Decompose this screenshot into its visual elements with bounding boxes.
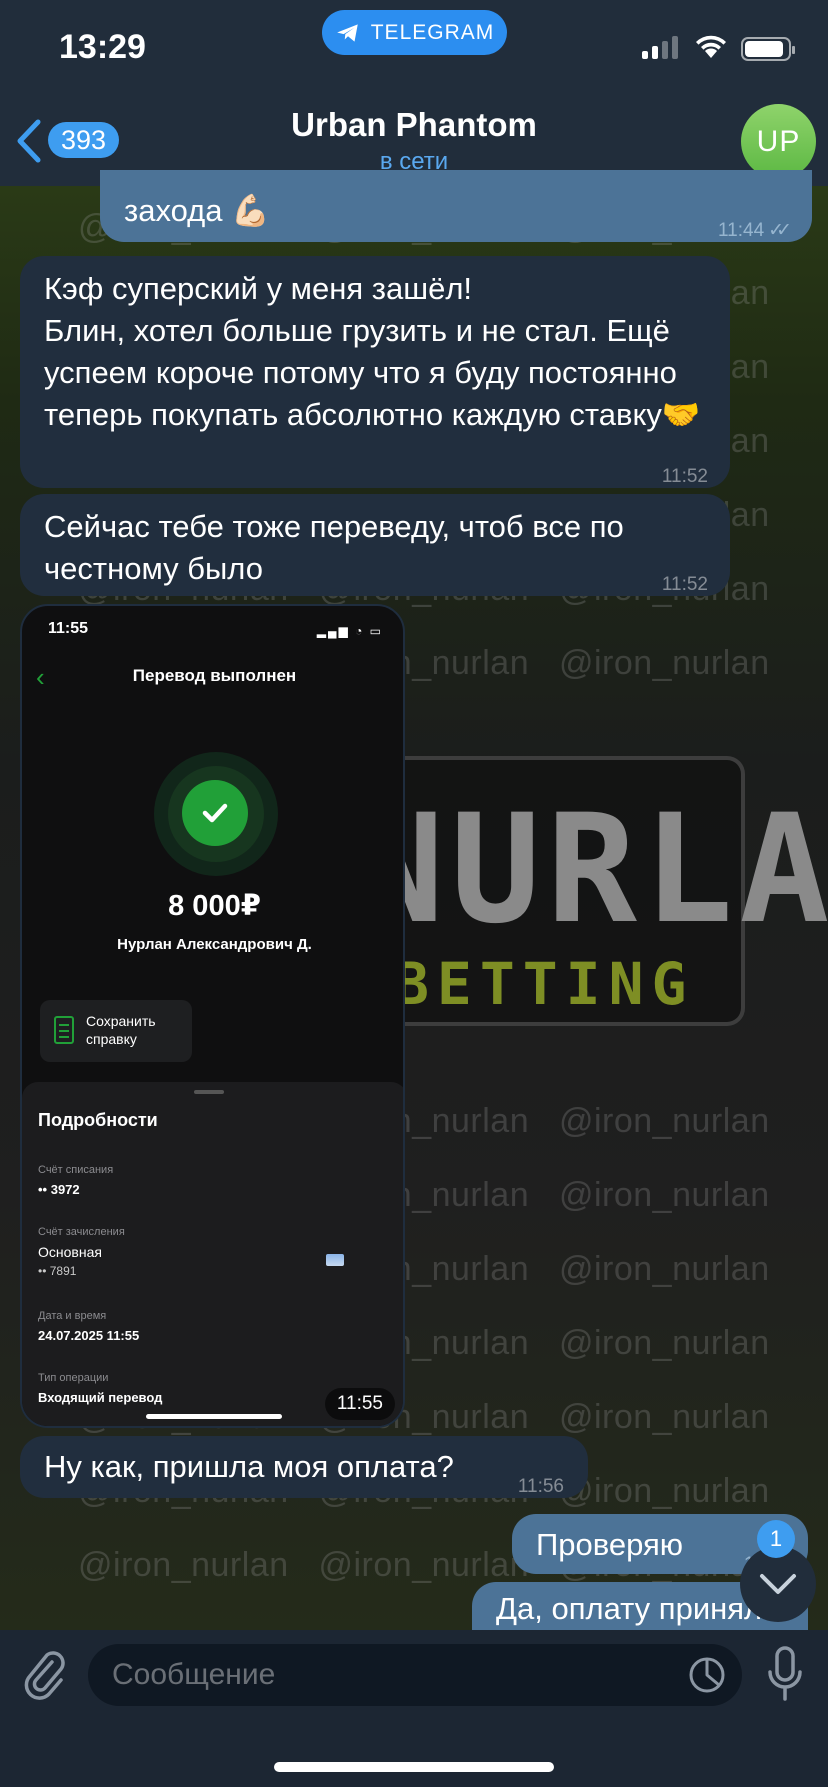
- to-account-label: Счёт зачисления: [38, 1226, 125, 1238]
- message-time: 11:55: [324, 1388, 395, 1420]
- message-input-bar: [0, 1630, 828, 1787]
- status-time: 13:29: [59, 28, 146, 66]
- photo-status-time: 11:55: [48, 620, 89, 637]
- telegram-icon: [336, 23, 358, 42]
- status-bar: 13:29 TELEGRAM: [0, 0, 828, 96]
- operation-type-label: Тип операции: [38, 1372, 109, 1384]
- watermark-logo-sub: BETTING: [394, 950, 695, 1018]
- message-time: 11:52: [661, 574, 708, 595]
- card-icon: [326, 1254, 344, 1266]
- photo-status-icons: ▂▄▆ ◔ ▭: [316, 624, 383, 638]
- operation-type-value: Входящий перевод: [38, 1390, 163, 1405]
- read-checks-icon: ✓✓: [768, 220, 792, 241]
- success-check-icon: [182, 780, 248, 846]
- sticker-icon[interactable]: [688, 1656, 726, 1694]
- message-bubble-incoming[interactable]: Кэф суперский у меня зашёл! Блин, хотел …: [20, 256, 730, 488]
- details-title: Подробности: [38, 1110, 158, 1130]
- details-panel: Подробности Счёт списания •• 3972 Счёт з…: [22, 1082, 403, 1426]
- message-text: захода 💪🏻: [124, 193, 270, 228]
- save-receipt-label: Сохранить справку: [86, 1013, 156, 1047]
- message-text: Кэф суперский у меня зашёл! Блин, хотел …: [44, 271, 701, 432]
- home-indicator[interactable]: [274, 1762, 554, 1772]
- message-bubble-incoming[interactable]: Ну как, пришла моя оплата? 11:56: [20, 1436, 588, 1498]
- photo-title: Перевод выполнен: [132, 666, 297, 685]
- battery-icon: [741, 37, 795, 61]
- avatar[interactable]: UP: [741, 104, 816, 179]
- transfer-amount: 8 000₽: [168, 890, 261, 922]
- telegram-return-pill[interactable]: TELEGRAM: [322, 10, 507, 55]
- message-bubble-outgoing[interactable]: захода 💪🏻 11:44 ✓✓: [100, 170, 812, 242]
- signal-icon: [642, 36, 678, 59]
- payee-name: Нурлан Александрович Д.: [117, 936, 312, 953]
- unread-badge: 1: [757, 1520, 795, 1558]
- watermark-logo-main: NURLAN: [354, 783, 828, 957]
- to-account-name: Основная: [38, 1244, 102, 1260]
- message-bubble-incoming[interactable]: Сейчас тебе тоже переведу, чтоб все по ч…: [20, 494, 730, 596]
- chevron-down-icon: [760, 1574, 796, 1594]
- message-text: Сейчас тебе тоже переведу, чтоб все по ч…: [44, 509, 624, 586]
- save-receipt-button: Сохранить справку: [40, 1000, 192, 1062]
- microphone-icon[interactable]: [766, 1646, 804, 1702]
- message-text: Да, оплату принял.: [496, 1591, 771, 1626]
- attach-paperclip-icon[interactable]: [22, 1648, 66, 1702]
- message-field[interactable]: [88, 1644, 742, 1706]
- to-account-number: •• 7891: [38, 1264, 77, 1278]
- message-text: Ну как, пришла моя оплата?: [44, 1449, 454, 1484]
- wifi-icon: [696, 35, 726, 58]
- date-label: Дата и время: [38, 1310, 107, 1322]
- telegram-label: TELEGRAM: [370, 20, 495, 44]
- chat-title[interactable]: Urban Phantom: [0, 106, 828, 144]
- from-account-label: Счёт списания: [38, 1164, 114, 1176]
- message-text: Проверяю: [536, 1527, 684, 1562]
- message-time: 11:44 ✓✓: [718, 210, 792, 252]
- date-value: 24.07.2025 11:55: [38, 1328, 140, 1343]
- message-input[interactable]: [112, 1644, 672, 1706]
- message-time: 11:52: [661, 466, 708, 487]
- from-account-value: •• 3972: [38, 1182, 80, 1197]
- message-time: 11:56: [517, 1476, 564, 1497]
- document-icon: [54, 1016, 74, 1044]
- photo-message[interactable]: 11:55 ▂▄▆ ◔ ▭ ‹ Перевод выполнен 8 000₽ …: [20, 604, 405, 1428]
